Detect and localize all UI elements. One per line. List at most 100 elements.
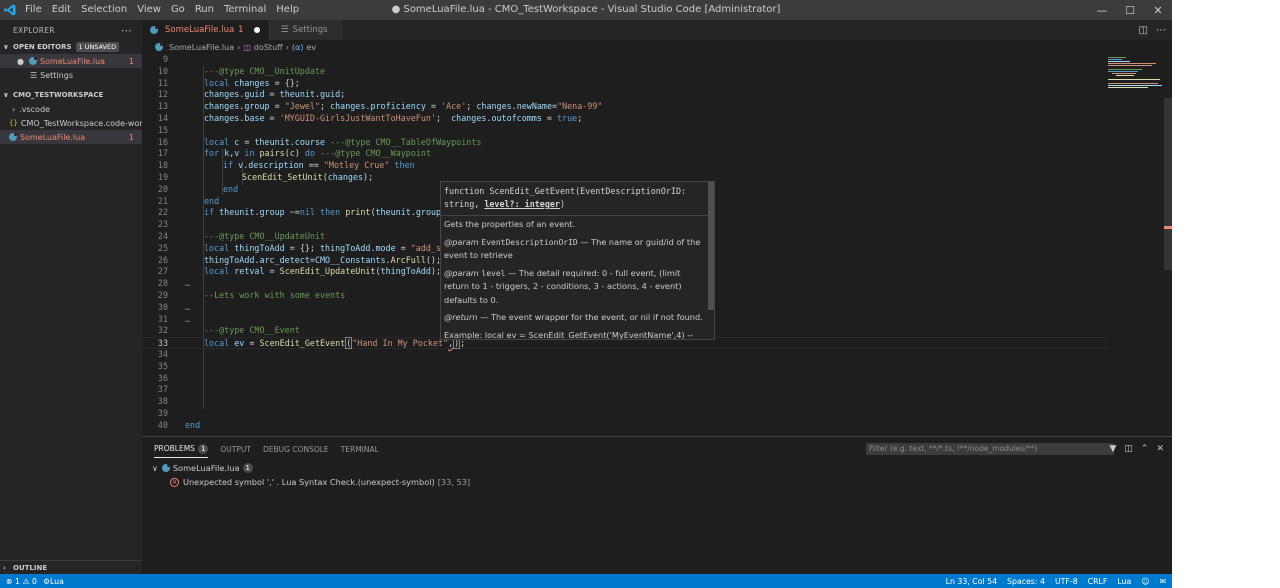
- status-bar: ⊗ 1 ⚠ 0 ⚙Lua Ln 33, Col 54 Spaces: 4 UTF…: [0, 574, 1172, 588]
- cursor-position[interactable]: Ln 33, Col 54: [946, 577, 997, 586]
- tab-output[interactable]: OUTPUT: [220, 445, 251, 454]
- outline-header[interactable]: › OUTLINE: [0, 560, 142, 574]
- menu-selection[interactable]: Selection: [76, 0, 132, 20]
- maximize-icon[interactable]: ☐: [1116, 0, 1144, 20]
- line-number: 11: [157, 77, 168, 88]
- tree-item-workspace-file[interactable]: {} CMO_TestWorkspace.code-wor...: [0, 116, 150, 130]
- vertical-scrollbar[interactable]: [1164, 98, 1172, 270]
- tree-item-lua-file[interactable]: SomeLuaFile.lua 1: [0, 130, 142, 144]
- line-number: 37: [157, 384, 168, 395]
- problems-status[interactable]: ⊗ 1 ⚠ 0: [6, 577, 37, 586]
- split-editor-icon[interactable]: ◫: [1139, 25, 1148, 36]
- problem-file-row[interactable]: ∨ SomeLuaFile.lua 1: [142, 461, 1172, 475]
- tab-settings[interactable]: ☰ Settings: [268, 20, 343, 40]
- line-number: 20: [157, 183, 168, 194]
- unsaved-dot-icon[interactable]: ●: [17, 57, 24, 66]
- feedback-icon[interactable]: ☺: [1141, 577, 1149, 586]
- return-desc: — The event wrapper for the event, or ni…: [480, 312, 703, 322]
- settings-file-icon: ☰: [280, 25, 289, 35]
- hover-signature: function ScenEdit_GetEvent(EventDescript…: [441, 182, 709, 216]
- line-number: 16: [157, 136, 168, 147]
- menu-help[interactable]: Help: [271, 0, 304, 20]
- line-number: 31: [157, 313, 168, 324]
- tree-item-label: .vscode: [19, 104, 50, 114]
- menu-terminal[interactable]: Terminal: [219, 0, 271, 20]
- problems-filter-input[interactable]: Filter (e.g. text, **/*.ts, !**/node_mod…: [866, 443, 1114, 455]
- code-line: 15: [142, 125, 1107, 137]
- code-line: 40 end: [142, 420, 1107, 432]
- line-number: 32: [157, 325, 168, 336]
- filter-icon[interactable]: ▼: [1109, 444, 1116, 454]
- menu-edit[interactable]: Edit: [47, 0, 76, 20]
- chevron-right-icon: ›: [237, 42, 241, 52]
- code-editor[interactable]: 9 10 ---@type CMO__UnitUpdate 11 local cha…: [142, 54, 1172, 436]
- line-ending[interactable]: CRLF: [1088, 577, 1108, 586]
- code-line: 14 changes.base = 'MYGUID-GirlsJustWantTo…: [142, 113, 1107, 125]
- minimap[interactable]: [1108, 54, 1164, 94]
- code-line: 13 changes.group = "Jewel"; changes.profi…: [142, 101, 1107, 113]
- close-panel-icon[interactable]: ✕: [1156, 444, 1164, 454]
- encoding[interactable]: UTF-8: [1055, 577, 1078, 586]
- error-count: 1: [128, 132, 134, 142]
- tab-somelua[interactable]: SomeLuaFile.lua 1: [142, 20, 269, 40]
- close-window-icon[interactable]: ✕: [1144, 0, 1172, 20]
- warning-count: 0: [31, 576, 37, 586]
- breadcrumb-variable[interactable]: ev: [306, 43, 316, 52]
- problem-file-count: 1: [242, 463, 253, 473]
- code-line: 18 if v.description == "Motley Crue" then: [142, 160, 1107, 172]
- more-actions-icon[interactable]: ⋯: [121, 24, 132, 37]
- lua-server-status[interactable]: ⚙Lua: [43, 577, 64, 586]
- menu-go[interactable]: Go: [166, 0, 190, 20]
- problem-location: [33, 53]: [437, 477, 471, 487]
- unsaved-dot-icon[interactable]: [253, 27, 260, 33]
- tab-problems[interactable]: PROBLEMS 1: [154, 444, 209, 458]
- line-number: 13: [157, 101, 168, 112]
- open-editors-header[interactable]: ∨ OPEN EDITORS 1 UNSAVED: [0, 40, 142, 54]
- tab-debug-console[interactable]: DEBUG CONSOLE: [263, 445, 329, 454]
- language-mode[interactable]: Lua: [1117, 577, 1131, 586]
- chevron-right-icon: ›: [3, 563, 6, 572]
- minimize-icon[interactable]: —: [1088, 0, 1116, 20]
- tree-item-vscode-folder[interactable]: › .vscode: [0, 102, 142, 116]
- collapse-all-icon[interactable]: ◫: [1124, 444, 1133, 454]
- param-tag: @param: [444, 236, 479, 247]
- menu-file[interactable]: File: [20, 0, 47, 20]
- explorer-sidebar: EXPLORER ⋯ ∨ OPEN EDITORS 1 UNSAVED ● So…: [0, 20, 150, 574]
- tab-terminal[interactable]: TERMINAL: [341, 445, 379, 454]
- hover-scrollbar[interactable]: [708, 182, 714, 310]
- hover-param: @param EventDescriptionOrID — The name o…: [444, 236, 703, 263]
- code-line: 16 local c = theunit.course ---@type CMO_…: [142, 137, 1107, 149]
- outline-label: OUTLINE: [13, 563, 48, 572]
- more-actions-icon[interactable]: ⋯: [1156, 25, 1166, 36]
- scrollbar-error-marker: [1164, 226, 1172, 229]
- menu-run[interactable]: Run: [190, 0, 219, 20]
- line-number: 26: [157, 254, 168, 265]
- lua-server-icon: ⚙: [42, 576, 50, 586]
- line-number: 18: [157, 160, 168, 171]
- open-editor-item-settings[interactable]: ☰ Settings: [0, 68, 142, 82]
- problem-file-name: SomeLuaFile.lua: [172, 463, 240, 473]
- lua-file-icon: [28, 57, 37, 65]
- hover-return: @return — The event wrapper for the even…: [444, 311, 703, 325]
- notifications-icon[interactable]: ✉: [1159, 577, 1166, 586]
- breadcrumb-function[interactable]: doStuff: [254, 43, 283, 52]
- line-number: 15: [157, 124, 168, 135]
- line-number: 36: [157, 372, 168, 383]
- open-editor-item-lua[interactable]: ● SomeLuaFile.lua 1: [0, 54, 142, 68]
- unsaved-badge: 1 UNSAVED: [75, 42, 120, 52]
- problem-item[interactable]: ✕ Unexpected symbol ',' . Lua Syntax Che…: [142, 475, 1172, 489]
- workspace-header[interactable]: ∨ CMO_TESTWORKSPACE: [0, 88, 142, 102]
- maximize-panel-icon[interactable]: ⌃: [1141, 444, 1149, 454]
- breadcrumb-file[interactable]: SomeLuaFile.lua: [169, 43, 234, 52]
- code-line: 35: [142, 361, 1107, 373]
- vscode-logo-icon[interactable]: [0, 0, 20, 20]
- workspace-label: CMO_TESTWORKSPACE: [13, 91, 104, 99]
- signature-text: ): [559, 199, 566, 209]
- line-number: 33: [157, 338, 168, 349]
- code-line: 38: [142, 396, 1107, 408]
- menu-view[interactable]: View: [132, 0, 166, 20]
- indentation[interactable]: Spaces: 4: [1007, 577, 1045, 586]
- settings-file-icon: ☰: [30, 70, 38, 80]
- code-line: 34: [142, 349, 1107, 361]
- param-name: EventDescriptionOrID: [481, 237, 578, 247]
